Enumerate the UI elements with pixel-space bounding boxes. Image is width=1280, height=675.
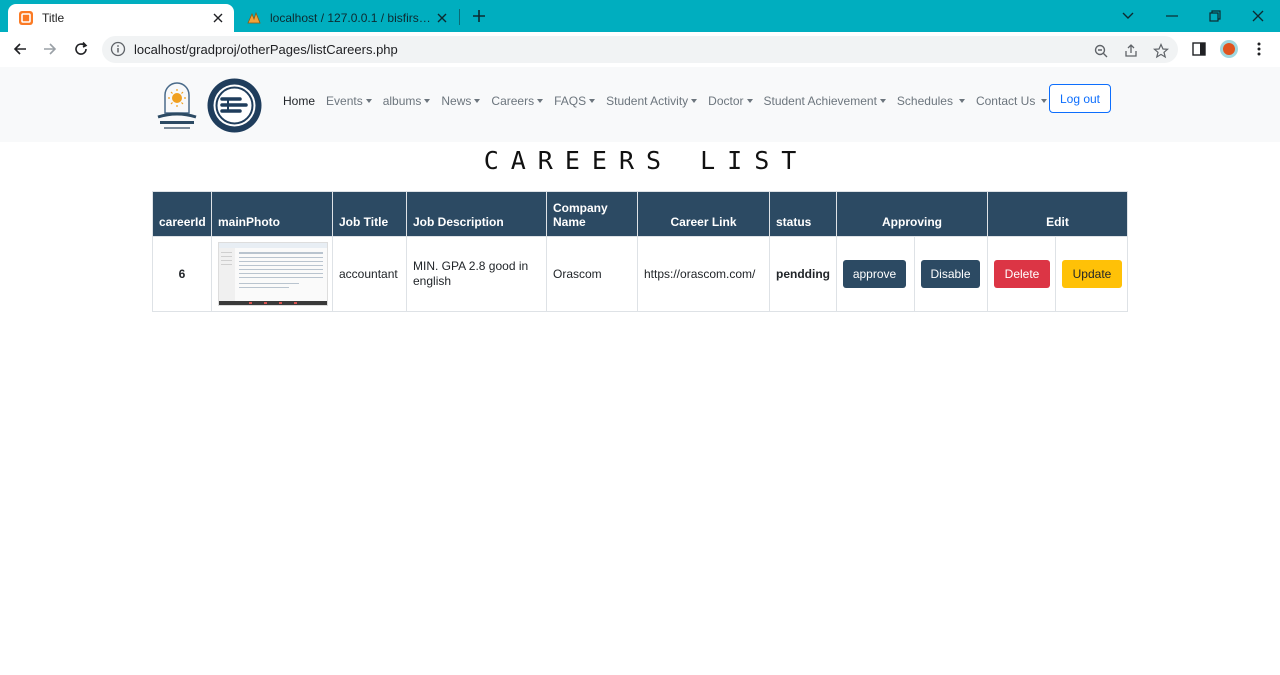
new-tab-plus-icon[interactable] <box>469 6 489 26</box>
career-photo-thumbnail[interactable] <box>218 242 328 306</box>
column-header: Edit <box>986 191 1129 237</box>
nav-label: Schedules <box>896 94 953 108</box>
bookmark-star-icon[interactable] <box>1150 40 1172 62</box>
caret-down-icon <box>691 99 698 103</box>
company-name-cell: Orascom <box>546 236 638 312</box>
tab-search-chevron-icon[interactable] <box>1108 0 1148 32</box>
nav-contact-us[interactable]: Contact Us <box>975 94 1048 108</box>
menu-kebab-icon[interactable] <box>1246 36 1272 62</box>
delete-cell: Delete <box>987 236 1056 312</box>
tab-separator <box>459 9 460 25</box>
nav-schedules[interactable]: Schedules <box>897 94 965 108</box>
column-header: mainPhoto <box>211 191 333 237</box>
nav-events[interactable]: Events <box>326 94 372 108</box>
nav-albums[interactable]: albums <box>383 94 431 108</box>
update-cell: Update <box>1054 236 1129 312</box>
nav-student-activity[interactable]: Student Activity <box>606 94 698 108</box>
nav-label: Student Achievement <box>763 94 877 108</box>
browser-toolbar: localhost/gradproj/otherPages/listCareer… <box>0 32 1280 68</box>
column-header: Career Link <box>637 191 770 237</box>
nav-label: Contact Us <box>975 94 1036 108</box>
site-info-icon[interactable] <box>110 41 126 57</box>
disable-button[interactable]: Disable <box>921 260 980 288</box>
column-header: Approving <box>836 191 988 237</box>
caret-down-icon <box>879 99 886 103</box>
reload-icon[interactable] <box>68 36 94 62</box>
tab-title[interactable]: Title <box>8 4 234 32</box>
close-tab-icon[interactable] <box>210 10 226 26</box>
forward-arrow-icon[interactable] <box>37 36 63 62</box>
nav-careers[interactable]: Careers <box>491 94 544 108</box>
main-photo-cell <box>211 236 333 312</box>
column-header: Job Description <box>406 191 547 237</box>
tab-label: Title <box>42 11 65 25</box>
tab-label: localhost / 127.0.0.1 / bisfirstweb <box>270 11 434 25</box>
career-link-cell: https://orascom.com/ <box>637 236 770 312</box>
nav-label: Events <box>326 94 363 108</box>
status-cell: pendding <box>769 236 837 312</box>
caret-down-icon <box>365 99 372 103</box>
caret-down-icon <box>746 99 753 103</box>
phpmyadmin-favicon-icon <box>246 10 262 26</box>
caret-down-icon <box>589 99 596 103</box>
tab-phpmyadmin[interactable]: localhost / 127.0.0.1 / bisfirstweb <box>238 4 458 32</box>
nav-label: Careers <box>491 94 535 108</box>
career-id-cell: 6 <box>152 236 212 312</box>
caret-down-icon <box>958 99 965 103</box>
job-description-cell: MIN. GPA 2.8 good in english <box>406 236 547 312</box>
nav-label: Doctor <box>708 94 744 108</box>
url-text: localhost/gradproj/otherPages/listCareer… <box>134 42 398 57</box>
nav-home[interactable]: Home <box>283 94 315 108</box>
profile-avatar-icon[interactable] <box>1216 36 1242 62</box>
disable-cell: Disable <box>914 236 988 312</box>
share-icon[interactable] <box>1120 40 1142 62</box>
nav-links: Home Events albums News Careers FAQS Stu… <box>283 92 1058 110</box>
column-header: Company Name <box>546 191 638 237</box>
caret-down-icon <box>474 99 481 103</box>
site-navbar: Home Events albums News Careers FAQS Stu… <box>0 67 1280 142</box>
close-window-icon[interactable] <box>1238 0 1278 32</box>
nav-doctor[interactable]: Doctor <box>708 94 753 108</box>
nav-faqs[interactable]: FAQS <box>554 94 596 108</box>
caret-down-icon <box>424 99 431 103</box>
nav-label: albums <box>382 94 422 108</box>
table-row: 6 accountant MIN. GPA 2.8 good in englis… <box>152 236 1129 312</box>
nav-label: Student Activity <box>606 94 689 108</box>
close-tab-icon[interactable] <box>434 10 450 26</box>
column-header: Job Title <box>332 191 407 237</box>
approve-cell: approve <box>836 236 915 312</box>
approve-button[interactable]: approve <box>843 260 906 288</box>
caret-down-icon <box>1041 99 1048 103</box>
job-title-cell: accountant <box>332 236 407 312</box>
caret-down-icon <box>537 99 544 103</box>
address-bar[interactable]: localhost/gradproj/otherPages/listCareer… <box>102 36 1178 63</box>
delete-button[interactable]: Delete <box>994 260 1050 288</box>
column-header: careerId <box>152 191 212 237</box>
column-header: status <box>769 191 837 237</box>
careers-table: careerId mainPhoto Job Title Job Descrip… <box>152 191 1129 312</box>
nav-student-achievement[interactable]: Student Achievement <box>764 94 886 108</box>
faculty-seal-logo[interactable] <box>206 77 263 134</box>
side-panel-icon[interactable] <box>1186 36 1212 62</box>
nav-label: News <box>441 94 472 108</box>
helwan-university-logo[interactable] <box>154 79 200 133</box>
nav-label: Home <box>283 94 316 108</box>
minimize-icon[interactable] <box>1152 0 1192 32</box>
logout-button[interactable]: Log out <box>1049 84 1111 113</box>
table-header-row: careerId mainPhoto Job Title Job Descrip… <box>152 191 1129 237</box>
nav-news[interactable]: News <box>441 94 481 108</box>
xampp-favicon-icon <box>18 10 34 26</box>
zoom-icon[interactable] <box>1090 40 1112 62</box>
restore-icon[interactable] <box>1195 0 1235 32</box>
back-arrow-icon[interactable] <box>7 36 33 62</box>
nav-label: FAQS <box>554 94 587 108</box>
page-title: CAREERS LIST <box>483 146 809 175</box>
update-button[interactable]: Update <box>1062 260 1122 288</box>
browser-tab-bar: Title localhost / 127.0.0.1 / bisfirstwe… <box>0 0 1280 32</box>
